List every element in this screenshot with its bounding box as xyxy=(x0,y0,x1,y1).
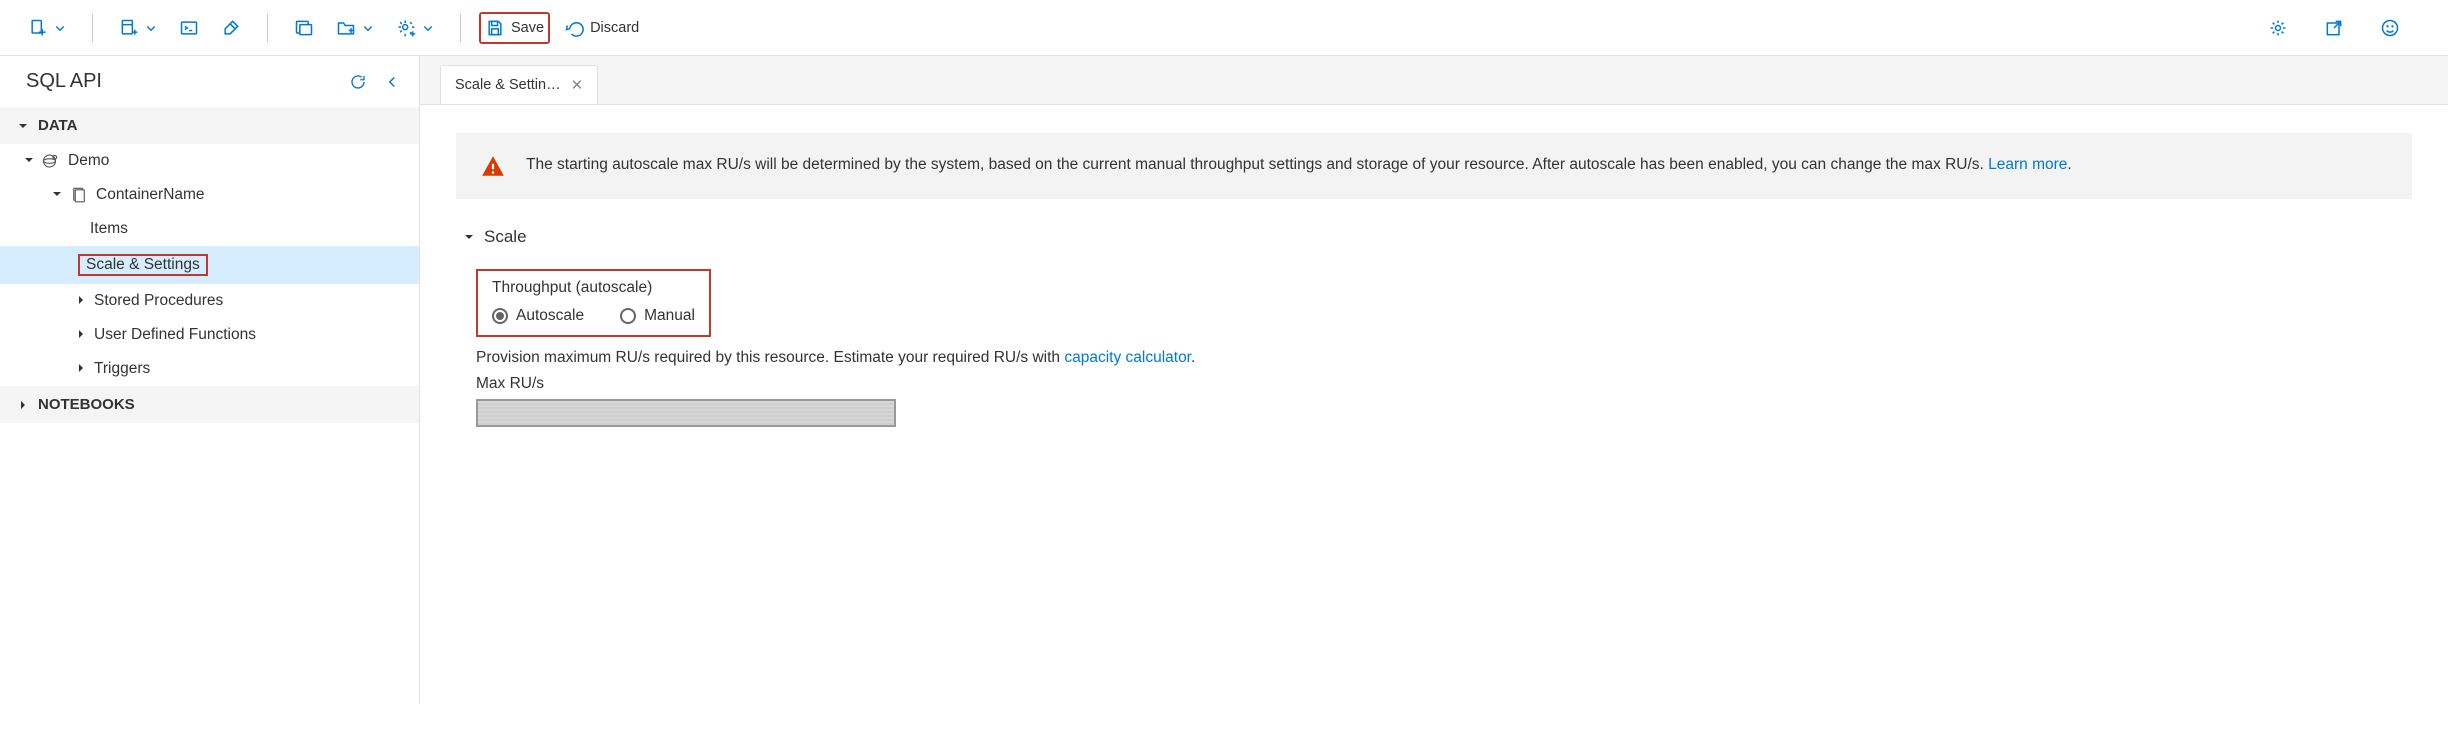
refresh-icon[interactable] xyxy=(349,73,367,91)
scale-section-header[interactable]: Scale xyxy=(464,227,2412,247)
triangle-right-icon xyxy=(76,326,86,344)
tab-strip: Scale & Settin… ✕ xyxy=(420,56,2448,104)
radio-label: Autoscale xyxy=(516,307,584,325)
triangle-down-icon xyxy=(52,186,62,204)
chevron-down-icon xyxy=(145,22,157,34)
settings-plus-button[interactable] xyxy=(388,12,442,44)
settings-button[interactable] xyxy=(2260,12,2296,44)
open-query-button[interactable] xyxy=(171,12,207,44)
collapse-icon[interactable] xyxy=(383,73,401,91)
tree-node-items[interactable]: Items xyxy=(0,212,419,246)
sidebar-title: SQL API xyxy=(26,70,102,93)
triangle-down-icon xyxy=(24,152,34,170)
autoscale-notice: The starting autoscale max RU/s will be … xyxy=(456,133,2412,199)
max-ru-label: Max RU/s xyxy=(476,375,2412,393)
chevron-down-icon xyxy=(422,22,434,34)
group-header-notebooks[interactable]: NOTEBOOKS xyxy=(0,386,419,423)
radio-label: Manual xyxy=(644,307,695,325)
scale-section-title: Scale xyxy=(484,227,527,247)
sidebar-header: SQL API xyxy=(0,56,419,107)
radio-indicator-selected xyxy=(492,308,508,324)
radio-manual[interactable]: Manual xyxy=(620,307,695,325)
new-database-button[interactable] xyxy=(328,12,382,44)
notice-text: The starting autoscale max RU/s will be … xyxy=(526,153,2072,177)
scale-settings-panel: The starting autoscale max RU/s will be … xyxy=(420,104,2448,704)
tree-node-triggers[interactable]: Triggers xyxy=(0,352,419,386)
document-plus-icon xyxy=(28,18,48,38)
throughput-mode-box: Throughput (autoscale) Autoscale Manual xyxy=(476,269,711,337)
throughput-field: Throughput (autoscale) Autoscale Manual xyxy=(476,269,2412,427)
toolbar-separator xyxy=(92,14,93,42)
triangle-right-icon xyxy=(18,400,28,410)
node-label: Scale & Settings xyxy=(78,254,208,276)
open-external-button[interactable] xyxy=(2316,12,2352,44)
query-plus-icon xyxy=(119,18,139,38)
tree-database[interactable]: Demo xyxy=(0,144,419,178)
gear-plus-icon xyxy=(396,18,416,38)
toolbar-right-group xyxy=(2260,12,2408,44)
popout-icon xyxy=(2324,18,2344,38)
radio-indicator xyxy=(620,308,636,324)
folder-plus-icon xyxy=(336,18,356,38)
node-label: Items xyxy=(90,220,128,238)
tree-node-scale-settings[interactable]: Scale & Settings xyxy=(0,246,419,284)
new-item-button[interactable] xyxy=(20,12,74,44)
terminal-icon xyxy=(179,18,199,38)
radio-autoscale[interactable]: Autoscale xyxy=(492,307,584,325)
triangle-down-icon xyxy=(464,227,474,247)
throughput-heading: Throughput (autoscale) xyxy=(492,279,695,297)
tab-scale-settings[interactable]: Scale & Settin… ✕ xyxy=(440,65,598,104)
clear-brush-button[interactable] xyxy=(213,12,249,44)
smiley-icon xyxy=(2380,18,2400,38)
capacity-calculator-link[interactable]: capacity calculator xyxy=(1064,349,1191,366)
gear-icon xyxy=(2268,18,2288,38)
discard-button[interactable]: Discard xyxy=(556,12,647,44)
container-label: ContainerName xyxy=(96,186,205,204)
chevron-down-icon xyxy=(362,22,374,34)
discard-label: Discard xyxy=(590,20,639,36)
save-label: Save xyxy=(511,20,544,36)
toolbar-separator xyxy=(460,14,461,42)
brush-icon xyxy=(221,18,241,38)
triangle-down-icon xyxy=(18,121,28,131)
helper-body: Provision maximum RU/s required by this … xyxy=(476,349,1064,366)
window-icon xyxy=(294,18,314,38)
node-label: Triggers xyxy=(94,360,150,378)
container-icon xyxy=(70,186,88,204)
resource-tree-sidebar: SQL API DATA Demo ContainerName xyxy=(0,56,420,704)
group-label: DATA xyxy=(38,117,77,134)
warning-icon xyxy=(480,153,506,179)
new-container-button[interactable] xyxy=(286,12,322,44)
database-label: Demo xyxy=(68,152,109,170)
main-area: Scale & Settin… ✕ The starting autoscale… xyxy=(420,56,2448,704)
save-button[interactable]: Save xyxy=(479,12,550,44)
chevron-down-icon xyxy=(54,22,66,34)
group-header-data[interactable]: DATA xyxy=(0,107,419,144)
tree-node-udf[interactable]: User Defined Functions xyxy=(0,318,419,352)
tree-container[interactable]: ContainerName xyxy=(0,178,419,212)
node-label: Stored Procedures xyxy=(94,292,223,310)
toolbar-separator xyxy=(267,14,268,42)
command-bar: Save Discard xyxy=(0,0,2448,56)
feedback-button[interactable] xyxy=(2372,12,2408,44)
tab-label: Scale & Settin… xyxy=(455,77,561,93)
new-sql-query-button[interactable] xyxy=(111,12,165,44)
throughput-helper-text: Provision maximum RU/s required by this … xyxy=(476,349,2412,367)
database-icon xyxy=(42,152,60,170)
throughput-radio-group: Autoscale Manual xyxy=(492,307,695,325)
node-label: User Defined Functions xyxy=(94,326,256,344)
save-icon xyxy=(485,18,505,38)
tree-node-sprocs[interactable]: Stored Procedures xyxy=(0,284,419,318)
close-tab-icon[interactable]: ✕ xyxy=(571,76,584,94)
triangle-right-icon xyxy=(76,292,86,310)
undo-icon xyxy=(564,18,584,38)
learn-more-link[interactable]: Learn more xyxy=(1988,156,2067,173)
notice-body: The starting autoscale max RU/s will be … xyxy=(526,156,1988,173)
max-ru-input[interactable] xyxy=(476,399,896,427)
group-label: NOTEBOOKS xyxy=(38,396,135,413)
triangle-right-icon xyxy=(76,360,86,378)
tree-group-data: DATA Demo ContainerName Items Scale & Se… xyxy=(0,107,419,386)
